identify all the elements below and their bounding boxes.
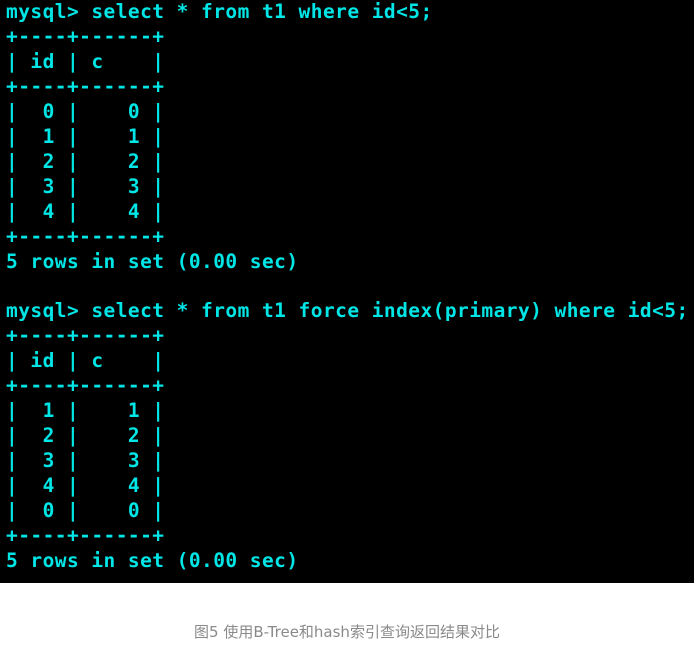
table-border: +----+------+ — [6, 75, 165, 98]
table-row: | 3 | 3 | — [6, 449, 165, 472]
table-row: | 1 | 1 | — [6, 399, 165, 422]
result-summary: 5 rows in set (0.00 sec) — [6, 250, 299, 273]
table-row: | 4 | 4 | — [6, 200, 165, 223]
table-border: +----+------+ — [6, 324, 165, 347]
table-header: | id | c | — [6, 50, 165, 73]
table-row: | 3 | 3 | — [6, 175, 165, 198]
table-row: | 0 | 0 | — [6, 100, 165, 123]
prompt-line: mysql> select * from t1 where id<5; — [6, 0, 433, 23]
table-row: | 0 | 0 | — [6, 499, 165, 522]
table-header: | id | c | — [6, 349, 165, 372]
table-row: | 2 | 2 | — [6, 150, 165, 173]
table-row: | 4 | 4 | — [6, 474, 165, 497]
prompt-line: mysql> select * from t1 force index(prim… — [6, 299, 689, 322]
table-row: | 1 | 1 | — [6, 125, 165, 148]
terminal-window: mysql> select * from t1 where id<5; +---… — [0, 0, 694, 583]
table-row: | 2 | 2 | — [6, 424, 165, 447]
table-border: +----+------+ — [6, 524, 165, 547]
table-border: +----+------+ — [6, 225, 165, 248]
result-summary: 5 rows in set (0.00 sec) — [6, 549, 299, 572]
table-border: +----+------+ — [6, 25, 165, 48]
table-border: +----+------+ — [6, 374, 165, 397]
figure-caption: 图5 使用B-Tree和hash索引查询返回结果对比 — [194, 623, 500, 641]
